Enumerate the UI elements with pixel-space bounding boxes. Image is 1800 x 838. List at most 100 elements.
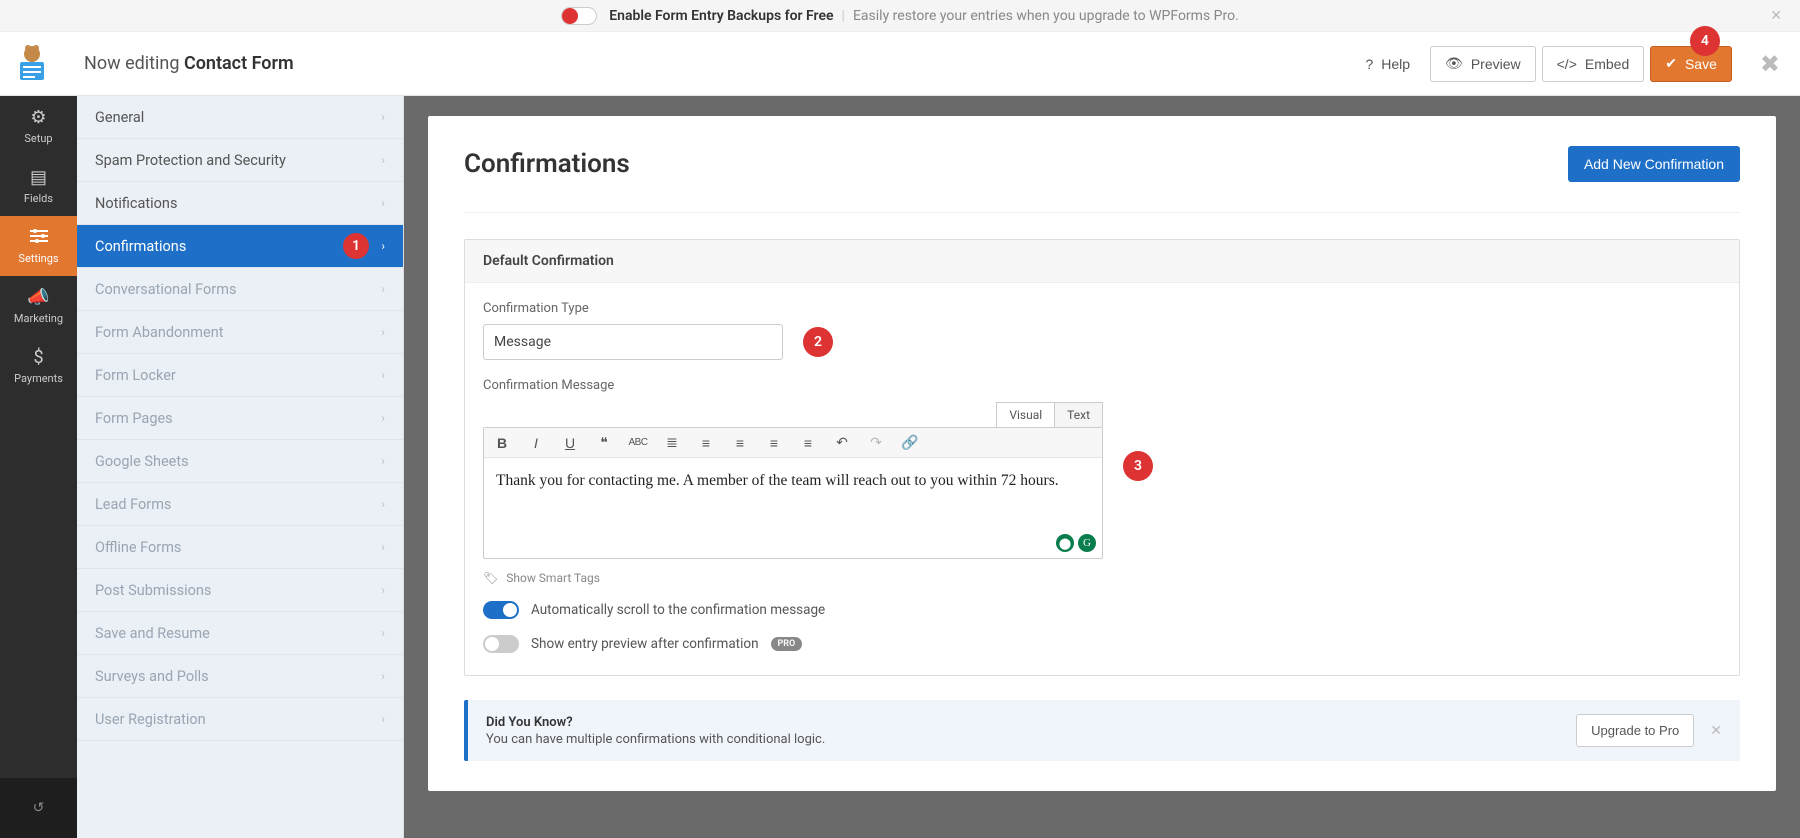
sidebar-item-sheets[interactable]: Google Sheets › [77,440,403,483]
chevron-right-icon: › [381,282,385,296]
chevron-right-icon: › [381,454,385,468]
grammarly-icon[interactable]: ⬤ [1056,534,1074,552]
sidebar-label: Conversational Forms [95,281,236,298]
sidebar-label: General [95,109,144,126]
sidebar-label: Spam Protection and Security [95,152,286,169]
link-icon[interactable]: 🔗 [900,434,920,451]
sidebar-item-confirmations[interactable]: Confirmations 1 › [77,225,403,268]
eye-icon: 👁 [1445,55,1463,72]
sidebar-label: Form Pages [95,410,173,427]
upgrade-button[interactable]: Upgrade to Pro [1576,714,1694,747]
sidebar-item-offline[interactable]: Offline Forms › [77,526,403,569]
chevron-right-icon: › [381,110,385,124]
preview-button[interactable]: 👁 Preview [1430,46,1536,82]
info-title: Did You Know? [486,715,825,730]
list-icon: ▤ [30,167,47,188]
rail-history[interactable]: ↺ [0,778,77,838]
save-label: Save [1685,56,1717,72]
confirmations-panel: Confirmations Add New Confirmation Defau… [428,116,1776,791]
sidebar-item-save-resume[interactable]: Save and Resume › [77,612,403,655]
smart-tags-label: Show Smart Tags [506,571,600,585]
italic-icon[interactable]: I [526,435,546,451]
message-editor: Visual Text B I U ❝ ABC ≣ [483,427,1103,559]
grammarly-icon[interactable]: G [1078,534,1096,552]
now-editing-label: Now editing Contact Form [84,53,294,74]
sidebar-item-conversational[interactable]: Conversational Forms › [77,268,403,311]
underline-icon[interactable]: U [560,435,580,451]
help-label: Help [1381,56,1410,72]
code-icon: </> [1557,56,1577,72]
sidebar-item-notifications[interactable]: Notifications › [77,182,403,225]
help-button[interactable]: ? Help [1351,46,1424,82]
bold-icon[interactable]: B [492,435,512,451]
select-value: Message [494,334,551,350]
ul-icon[interactable]: ≣ [662,434,682,451]
tab-visual[interactable]: Visual [996,402,1054,427]
sidebar-item-abandonment[interactable]: Form Abandonment › [77,311,403,354]
rail-payments[interactable]: $ Payments [0,336,77,396]
editor-toolbar: B I U ❝ ABC ≣ ≡ ≡ ≡ ≡ [484,428,1102,458]
toggle-preview-label: Show entry preview after confirmation [531,636,759,652]
chevron-right-icon: › [381,196,385,210]
banner-bold: Enable Form Entry Backups for Free [609,8,833,24]
rail-fields[interactable]: ▤ Fields [0,156,77,216]
quote-icon[interactable]: ❝ [594,434,614,451]
embed-button[interactable]: </> Embed [1542,46,1645,82]
check-icon: ✔ [1665,55,1677,72]
chevron-right-icon: › [381,325,385,339]
info-close-icon[interactable]: ✕ [1710,723,1722,739]
toggle-scroll-label: Automatically scroll to the confirmation… [531,602,825,618]
chevron-right-icon: › [381,411,385,425]
sidebar-label: Form Locker [95,367,176,384]
add-confirmation-button[interactable]: Add New Confirmation [1568,146,1740,182]
sidebar-item-general[interactable]: General › [77,96,403,139]
banner-toggle[interactable] [561,7,597,25]
sidebar-item-lead[interactable]: Lead Forms › [77,483,403,526]
divider [464,212,1740,213]
rail-settings[interactable]: Settings [0,216,77,276]
sidebar-label: Offline Forms [95,539,181,556]
undo-icon[interactable]: ↶ [832,434,852,451]
align-right-icon[interactable]: ≡ [798,435,818,451]
message-label: Confirmation Message [483,378,1721,393]
sidebar-item-locker[interactable]: Form Locker › [77,354,403,397]
close-builder-icon[interactable]: ✖ [1760,50,1780,78]
align-center-icon[interactable]: ≡ [764,435,784,451]
builder-header: Now editing Contact Form ? Help 👁 Previe… [0,32,1800,96]
main-canvas: Confirmations Add New Confirmation Defau… [404,96,1800,838]
sidebar-item-surveys[interactable]: Surveys and Polls › [77,655,403,698]
sidebar-item-registration[interactable]: User Registration › [77,698,403,741]
sidebar-item-pages[interactable]: Form Pages › [77,397,403,440]
editor-content: Thank you for contacting me. A member of… [496,472,1059,489]
sidebar-item-spam[interactable]: Spam Protection and Security › [77,139,403,182]
confirmation-type-select[interactable]: Message [483,324,783,360]
redo-icon[interactable]: ↷ [866,434,886,451]
step-badge-1: 1 [343,233,369,259]
editor-textarea[interactable]: Thank you for contacting me. A member of… [484,458,1102,558]
embed-label: Embed [1585,56,1629,72]
ol-icon[interactable]: ≡ [696,435,716,451]
save-button[interactable]: ✔ Save [1650,46,1732,82]
tab-text[interactable]: Text [1054,402,1103,427]
toggle-preview[interactable] [483,635,519,653]
banner-separator: | [842,8,845,24]
gear-icon: ⚙ [30,107,46,128]
rail-setup[interactable]: ⚙ Setup [0,96,77,156]
sidebar-label: Confirmations [95,238,186,255]
chevron-right-icon: › [381,497,385,511]
step-badge-4: 4 [1690,26,1720,56]
align-left-icon[interactable]: ≡ [730,435,750,451]
help-icon: ? [1365,56,1373,72]
bullhorn-icon: 📣 [27,287,49,308]
step-badge-3: 3 [1123,451,1153,481]
rail-marketing[interactable]: 📣 Marketing [0,276,77,336]
strike-icon[interactable]: ABC [628,437,648,448]
banner-close-icon[interactable]: ✕ [1770,8,1782,24]
chevron-right-icon: › [381,626,385,640]
left-rail: ⚙ Setup ▤ Fields Settings 📣 Marketing $ … [0,96,77,838]
show-smart-tags[interactable]: 🏷 Show Smart Tags [483,571,1103,585]
toggle-scroll[interactable] [483,601,519,619]
dollar-icon: $ [33,347,43,368]
sidebar-item-post[interactable]: Post Submissions › [77,569,403,612]
chevron-right-icon: › [381,583,385,597]
